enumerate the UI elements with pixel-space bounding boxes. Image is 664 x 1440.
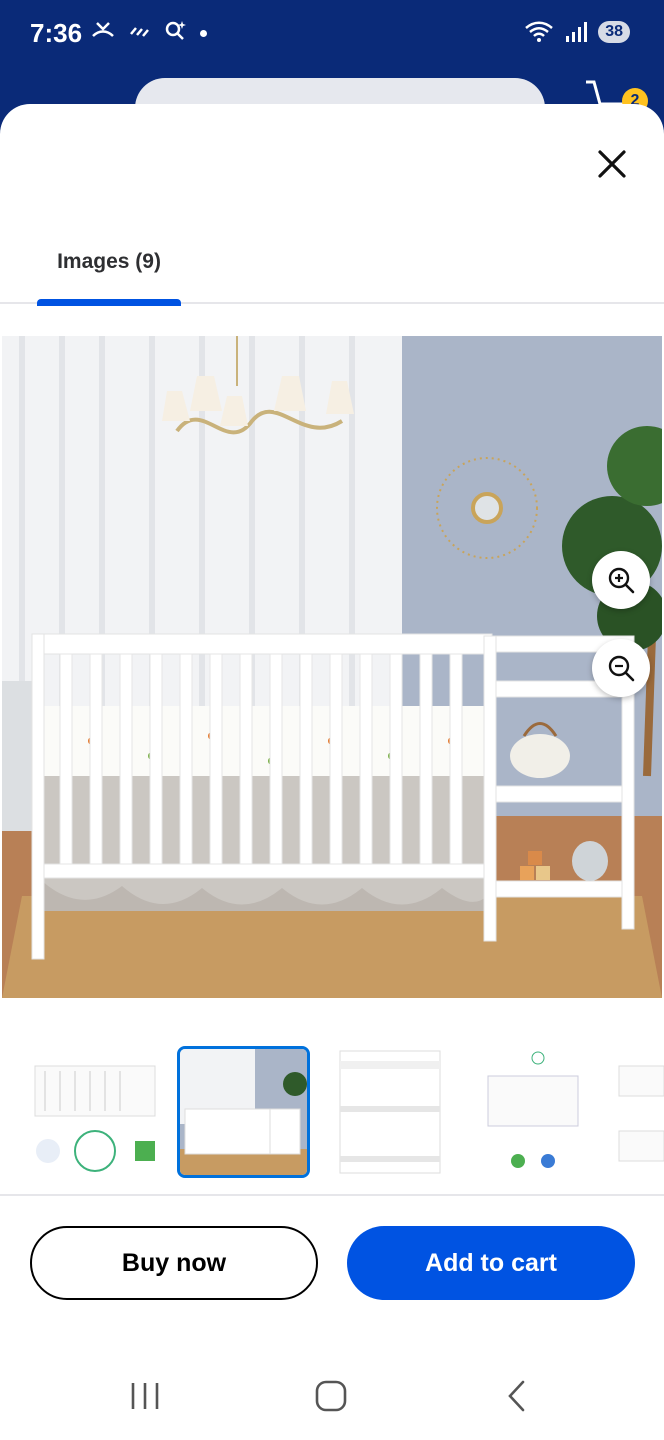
- add-to-cart-button[interactable]: Add to cart: [347, 1226, 635, 1300]
- back-icon: [508, 1380, 525, 1412]
- thumbnail-2-image: [180, 1049, 307, 1175]
- thumbnail-4-image: [487, 1051, 579, 1168]
- back-button[interactable]: [487, 1376, 547, 1416]
- buy-now-button[interactable]: Buy now: [30, 1226, 318, 1300]
- cell-signal-icon: [566, 22, 588, 42]
- recent-apps-button[interactable]: [115, 1376, 175, 1416]
- recent-apps-icon: [131, 1383, 159, 1409]
- zoom-in-button[interactable]: [592, 551, 650, 609]
- status-time: 7:36: [30, 18, 83, 48]
- system-nav-bar: [0, 1354, 664, 1440]
- close-icon: [598, 150, 626, 178]
- tab-active-indicator: [37, 299, 181, 306]
- missed-call-icon: [92, 22, 114, 37]
- actions-divider: [0, 1194, 664, 1196]
- thumbnail-1-image: [34, 1065, 156, 1172]
- status-bar: 7:36 38: [0, 0, 664, 70]
- home-icon: [315, 1380, 347, 1412]
- tab-images[interactable]: Images (9): [37, 244, 181, 306]
- notification-dot: [200, 30, 207, 37]
- status-system-icons: 38: [524, 20, 630, 44]
- search-sparkle-icon: [165, 21, 186, 40]
- thumbnail-5-image: [618, 1065, 664, 1162]
- thumbnail-2[interactable]: [177, 1046, 310, 1178]
- thumbnail-3-image: [339, 1050, 441, 1174]
- battery-indicator: 38: [598, 21, 630, 43]
- image-viewer-sheet: Images (9) Buy now Add to cart: [0, 104, 664, 1440]
- main-product-image[interactable]: [2, 336, 662, 998]
- thumbnail-5[interactable]: [614, 1046, 664, 1178]
- thumbnail-3[interactable]: [330, 1046, 450, 1178]
- thumbnail-1[interactable]: [30, 1046, 160, 1178]
- zoom-out-button[interactable]: [592, 639, 650, 697]
- thumbnail-4[interactable]: [468, 1046, 598, 1178]
- thumbnail-strip: [0, 1046, 664, 1182]
- status-notification-icons: [90, 18, 207, 42]
- close-button[interactable]: [590, 142, 634, 186]
- signal-strike-icon: [130, 27, 149, 37]
- wifi-icon: [525, 21, 554, 42]
- zoom-out-icon: [608, 655, 635, 682]
- crib-photo: [2, 336, 662, 998]
- tab-images-label: Images (9): [57, 250, 161, 273]
- home-button[interactable]: [301, 1376, 361, 1416]
- tab-bar: Images (9): [0, 244, 664, 306]
- zoom-in-icon: [608, 567, 635, 594]
